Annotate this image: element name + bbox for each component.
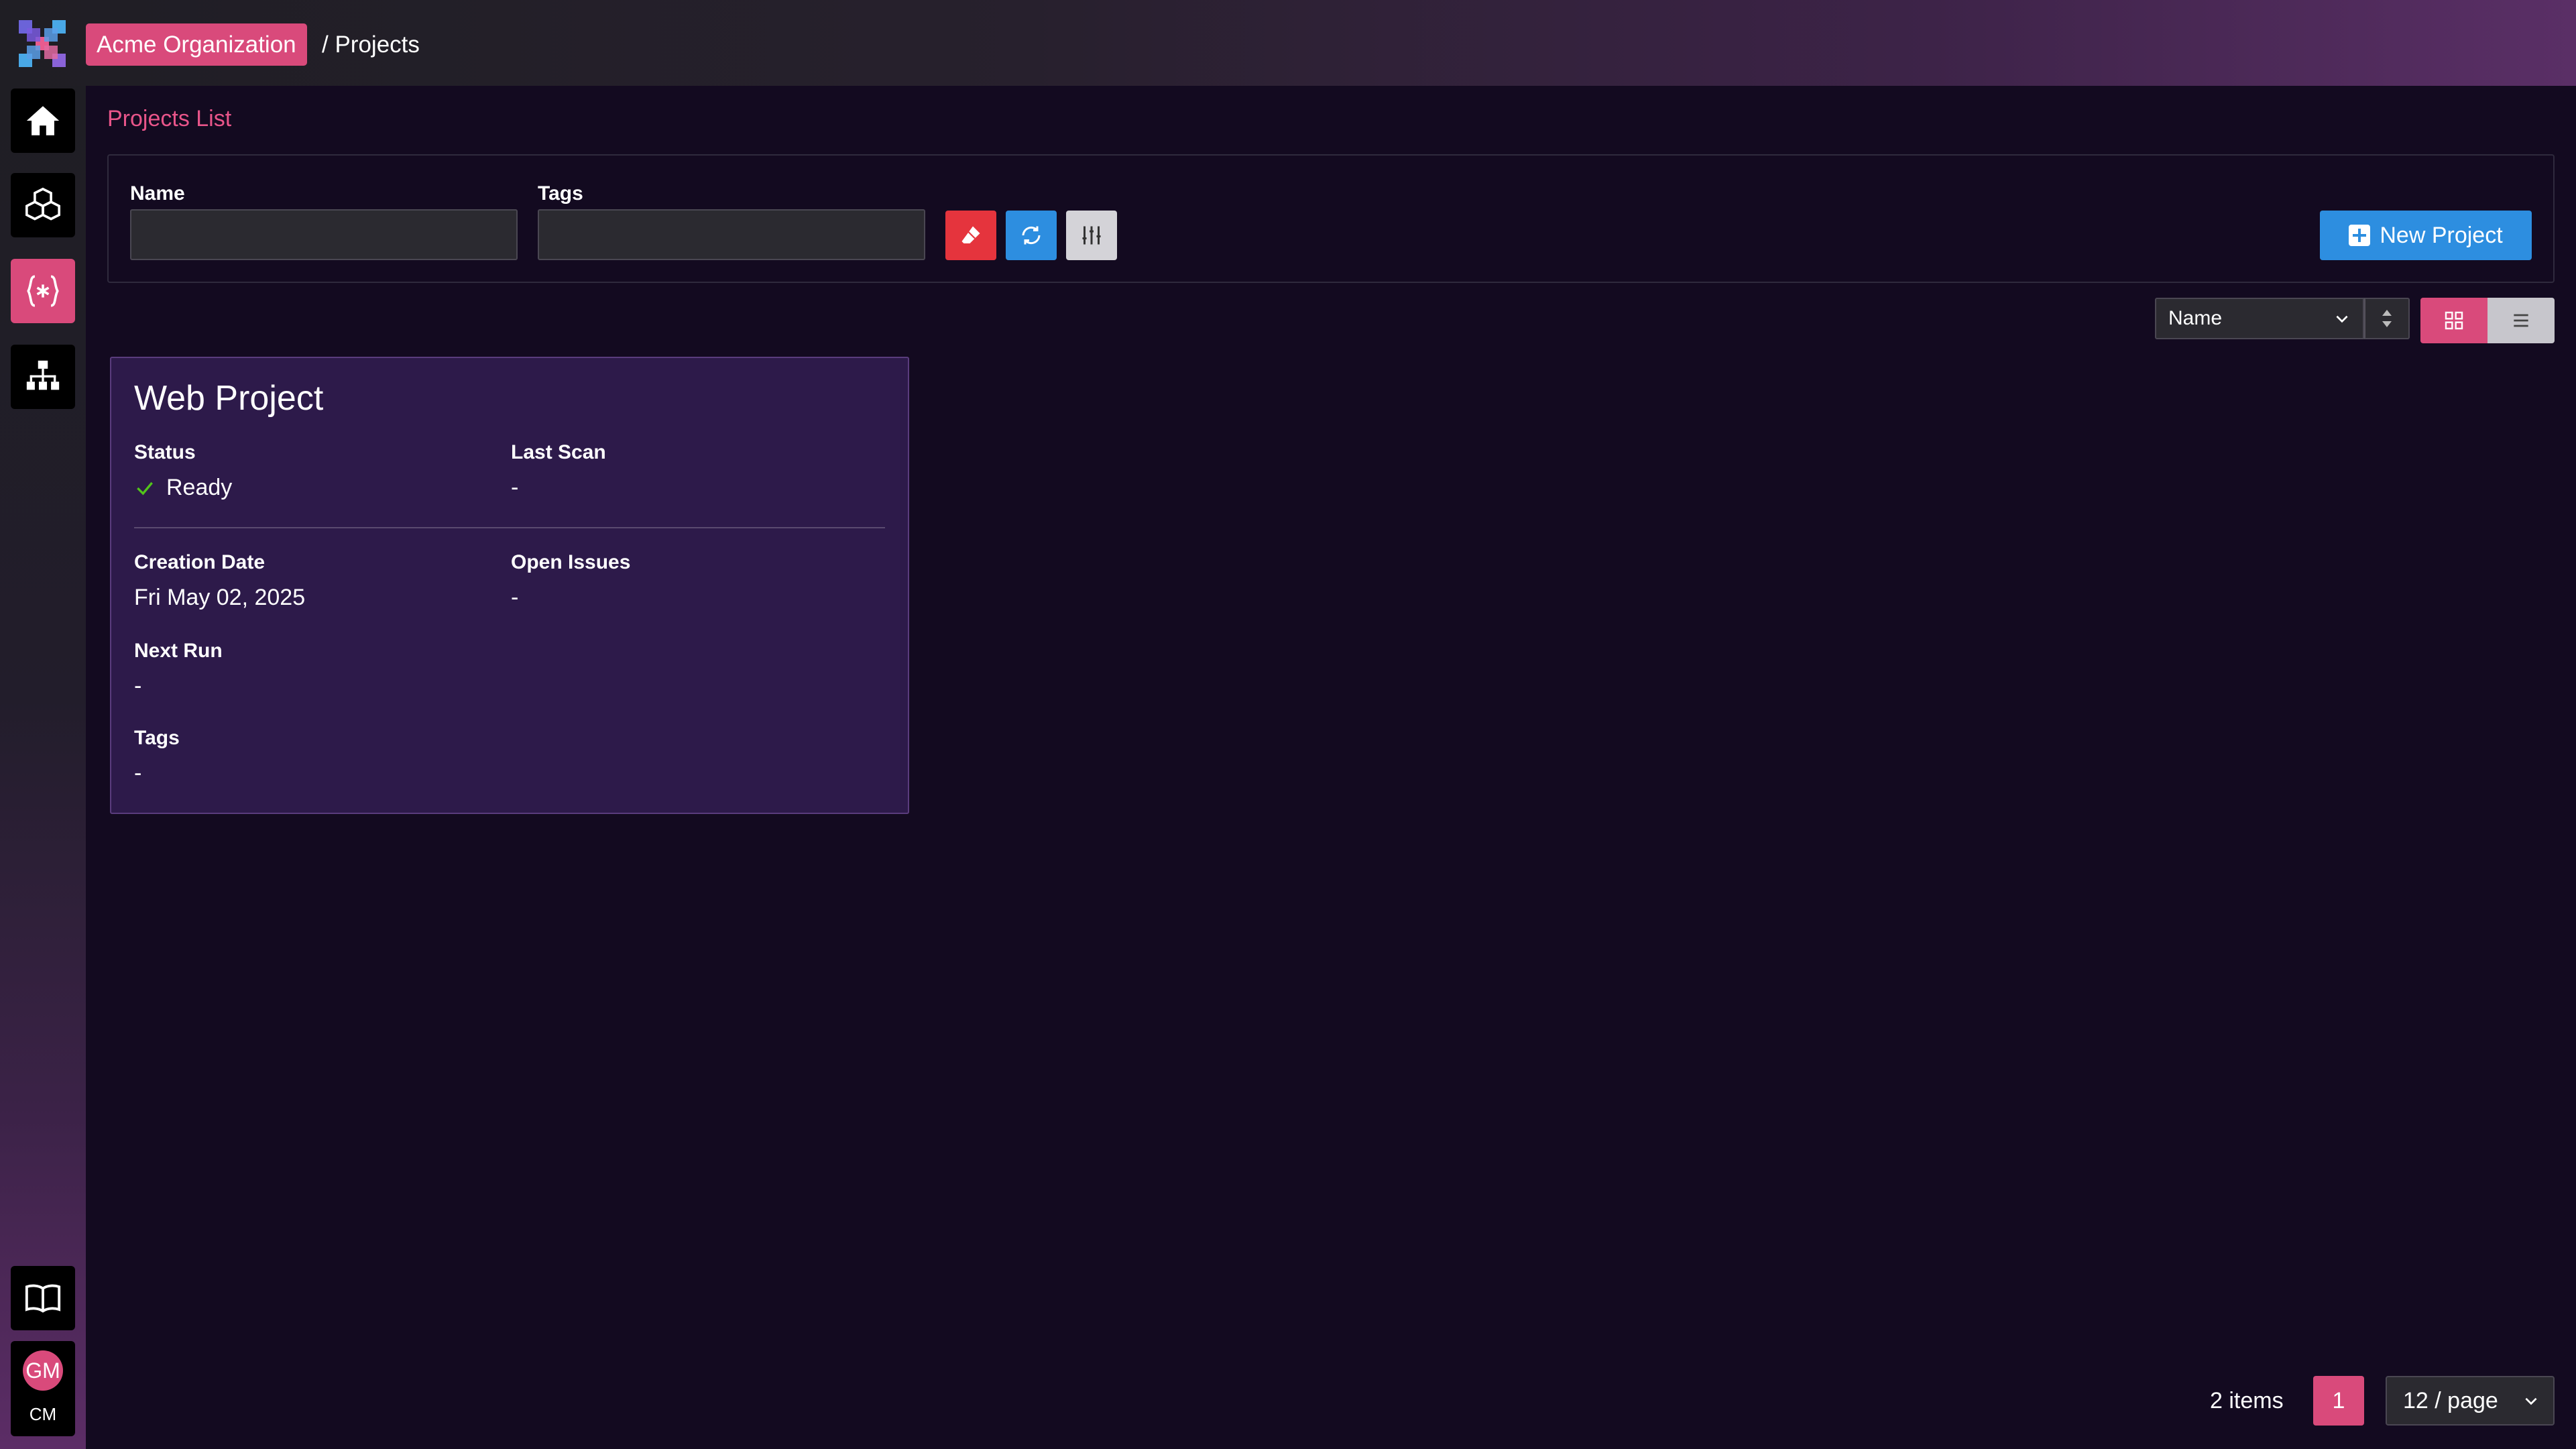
filter-settings-button[interactable] <box>1066 211 1117 260</box>
sliders-icon <box>1082 226 1101 245</box>
last-scan-value: - <box>511 475 519 500</box>
tags-value: - <box>134 760 142 786</box>
book-icon <box>25 1284 61 1313</box>
app-logo-icon[interactable] <box>19 20 66 67</box>
sitemap-icon <box>26 360 60 390</box>
tags-label: Tags <box>134 727 180 749</box>
creation-date-value: Fri May 02, 2025 <box>134 585 306 610</box>
grid-view-button[interactable] <box>2420 298 2487 343</box>
list-view-button[interactable] <box>2487 298 2555 343</box>
open-issues-label: Open Issues <box>511 551 631 573</box>
org-selector-badge[interactable]: Acme Organization <box>86 23 307 66</box>
home-icon <box>26 106 60 135</box>
new-project-label: New Project <box>2380 222 2503 248</box>
sidebar-item-assets[interactable] <box>11 173 75 237</box>
docs-button[interactable] <box>11 1266 75 1330</box>
avatar[interactable]: GM <box>23 1350 63 1391</box>
tags-filter-input[interactable] <box>538 209 925 260</box>
grid-icon <box>2445 311 2463 330</box>
sidebar: GM CM <box>0 86 86 1449</box>
list-icon <box>2514 314 2528 327</box>
page-button[interactable]: 1 <box>2313 1376 2364 1426</box>
sidebar-item-home[interactable] <box>11 89 75 153</box>
user-menu[interactable]: GM CM <box>11 1341 75 1436</box>
name-filter-input[interactable] <box>130 209 518 260</box>
check-icon <box>137 481 153 496</box>
braces-asterisk-icon <box>27 275 59 307</box>
tags-filter-label: Tags <box>538 182 583 205</box>
top-bar: Acme Organization / Projects <box>0 0 2576 86</box>
next-run-value: - <box>134 673 142 699</box>
page-size-value: 12 / page <box>2403 1388 2498 1413</box>
sort-arrows-icon <box>2382 310 2392 327</box>
page-size-select[interactable]: 12 / page <box>2386 1376 2555 1426</box>
sidebar-item-sitemap[interactable] <box>11 345 75 409</box>
filter-panel: Name Tags New Project <box>107 154 2555 283</box>
org-initials: CM <box>29 1404 57 1424</box>
cubes-icon <box>25 187 60 221</box>
creation-date-label: Creation Date <box>134 551 266 573</box>
project-card[interactable]: Web Project Status Ready Last Scan - Cre… <box>110 357 909 814</box>
name-filter-label: Name <box>130 182 185 205</box>
items-count: 2 items <box>2210 1388 2284 1413</box>
plus-square-icon <box>2349 225 2371 246</box>
sort-field-value: Name <box>2168 307 2223 329</box>
sort-direction-button[interactable] <box>2364 298 2410 339</box>
eraser-icon <box>961 226 980 243</box>
project-title[interactable]: Web Project <box>134 378 323 418</box>
next-run-label: Next Run <box>134 640 223 662</box>
last-scan-label: Last Scan <box>511 441 606 463</box>
breadcrumb-current: / Projects <box>322 32 420 58</box>
clear-filters-button[interactable] <box>945 211 996 260</box>
refresh-button[interactable] <box>1006 211 1057 260</box>
status-value: Ready <box>166 475 233 500</box>
chevron-down-icon <box>2336 315 2348 323</box>
chevron-down-icon <box>2525 1397 2537 1405</box>
refresh-icon <box>1022 226 1041 245</box>
open-issues-value: - <box>511 585 519 610</box>
new-project-button[interactable]: New Project <box>2320 211 2532 260</box>
sort-field-select[interactable]: Name <box>2155 298 2364 339</box>
page-title: Projects List <box>107 106 232 131</box>
sidebar-item-projects[interactable] <box>11 259 75 323</box>
status-label: Status <box>134 441 196 463</box>
card-divider <box>134 527 885 528</box>
